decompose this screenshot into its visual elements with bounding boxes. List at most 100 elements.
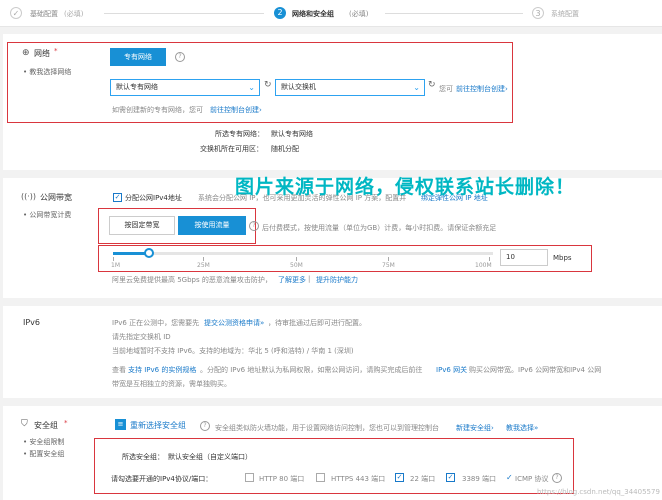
- security-desc: 安全组类似防火墙功能，用于设置网络访问控制，您也可以到管理控制台: [215, 424, 439, 432]
- slider-tick: [296, 257, 297, 261]
- step-divider: [104, 13, 264, 14]
- ipv6-line4: 查看: [112, 366, 126, 374]
- url-watermark: https://blog.csdn.net/qq_34405579: [537, 488, 660, 496]
- vpc-hint-link[interactable]: 前往控制台创建›: [210, 105, 262, 115]
- console-link[interactable]: 前往控制台创建›: [456, 84, 508, 94]
- chevron-down-icon: ⌄: [413, 83, 420, 92]
- bandwidth-slider-track[interactable]: [113, 252, 493, 255]
- security-limit-help[interactable]: • 安全组限制: [23, 437, 64, 447]
- icmp-label: ICMP 协议: [515, 475, 549, 483]
- step-done-icon: ✓: [10, 7, 22, 19]
- step-2-label[interactable]: 网络和安全组: [292, 9, 334, 19]
- zone-label: 交换机所在可用区：: [200, 145, 263, 153]
- network-panel: ⊕ 网络 * • 教我选择网络 专有网络 ? 默认专有网络 ⌄ ↻ 默认交换机 ⌄ …: [3, 34, 662, 170]
- bandwidth-value-input[interactable]: 10: [500, 249, 548, 266]
- ddos-learn-more-link[interactable]: 了解更多: [278, 275, 306, 285]
- vpc-select[interactable]: 默认专有网络 ⌄: [110, 79, 260, 96]
- selected-vpc-label: 所选专有网络：: [215, 130, 264, 138]
- slider-tick: [113, 257, 114, 261]
- reselect-icon: ≡: [115, 419, 126, 430]
- security-panel: ⛉ 安全组 * • 安全组限制 • 配置安全组 ≡ 重新选择安全组 ? 安全组类…: [3, 406, 662, 500]
- network-title: 网络: [34, 49, 50, 58]
- security-highlight: [94, 438, 574, 494]
- new-security-group-link[interactable]: 新建安全组›: [456, 423, 494, 433]
- refresh-icon[interactable]: ↻: [428, 80, 436, 90]
- ddos-upgrade-link[interactable]: 提升防护能力: [316, 275, 358, 285]
- ipv6-panel: IPv6 IPv6 正在公测中，您需要先 提交公测资格申请» ，待审批通过后即可…: [3, 306, 662, 398]
- teach-me-link[interactable]: 教我选择»: [506, 423, 538, 433]
- ipv6-line2: 请先指定交换机 ID: [112, 333, 171, 341]
- traffic-billing-desc: 后付费模式，按使用流量（单位为GB）计费，每小时扣费。请保证余额充足: [262, 224, 497, 232]
- zone-value: 随机分配: [271, 145, 299, 153]
- port-22-checkbox[interactable]: ✓: [395, 473, 404, 482]
- bandwidth-slider-handle[interactable]: [144, 248, 154, 258]
- slider-tick-label: 75M: [382, 262, 395, 269]
- watermark-text: 图片来源于网络，侵权联系站长删除！: [235, 176, 576, 198]
- ipv6-line4-suffix: 购买公网带宽。IPv6 公网带宽和IPv4 公网: [469, 366, 602, 374]
- required-mark: *: [64, 419, 68, 427]
- security-config-help[interactable]: • 配置安全组: [23, 449, 64, 459]
- security-config-label: 配置安全组: [29, 450, 65, 458]
- icmp-check-icon[interactable]: ✓: [506, 473, 513, 482]
- port-http-checkbox[interactable]: [245, 473, 254, 482]
- fixed-bandwidth-button[interactable]: 按固定带宽: [109, 216, 175, 235]
- selected-group-value: 默认安全组（自定义端口）: [168, 453, 252, 461]
- ports-label: 请勾选要开通的IPv4协议/端口：: [111, 475, 213, 483]
- bandwidth-panel: ((·)) 公网带宽 • 公网带宽计费 ✓ 分配公网IPv4地址 系统会分配公网…: [3, 176, 662, 298]
- network-help[interactable]: • 教我选择网络: [23, 67, 71, 77]
- vswitch-select-value: 默认交换机: [281, 83, 316, 91]
- vpc-hint: 如需创建新的专有网络，您可: [112, 106, 203, 114]
- step-3-number: 3: [532, 7, 544, 19]
- selected-group-label: 所选安全组：: [122, 453, 164, 461]
- bandwidth-unit: Mbps: [553, 254, 572, 262]
- help-icon[interactable]: ?: [200, 421, 210, 431]
- security-title: 安全组: [34, 421, 58, 430]
- vpc-select-value: 默认专有网络: [116, 83, 158, 91]
- ipv6-line3: 当前地域暂时不支持 IPv6。支持的地域为：华北 5 (呼和浩特) / 华南 1…: [112, 347, 354, 355]
- ddos-desc: 阿里云免费提供最高 5Gbps 的恶意流量攻击防护，: [112, 276, 272, 284]
- step-3-label[interactable]: 系统配置: [551, 9, 579, 19]
- port-3389-label: 3389 端口: [462, 475, 497, 483]
- bandwidth-title: 公网带宽: [40, 193, 72, 202]
- console-prefix: 您可: [439, 85, 453, 93]
- help-icon[interactable]: ?: [552, 473, 562, 483]
- port-https-checkbox[interactable]: [316, 473, 325, 482]
- ipv6-gateway-link[interactable]: IPv6 网关: [436, 365, 467, 375]
- slider-tick: [203, 257, 204, 261]
- bandwidth-icon: ((·)): [21, 192, 37, 201]
- port-22-label: 22 端口: [410, 475, 436, 483]
- assign-ipv4-label: 分配公网IPv4地址: [125, 194, 182, 202]
- ipv6-apply-link[interactable]: 提交公测资格申请»: [204, 318, 264, 328]
- vswitch-select[interactable]: 默认交换机 ⌄: [275, 79, 425, 96]
- port-3389-checkbox[interactable]: ✓: [446, 473, 455, 482]
- assign-ipv4-checkbox[interactable]: ✓: [113, 193, 122, 202]
- help-icon[interactable]: ?: [175, 52, 185, 62]
- slider-tick: [489, 257, 490, 261]
- bandwidth-billing-help[interactable]: • 公网带宽计费: [23, 210, 71, 220]
- slider-tick-label: 50M: [290, 262, 303, 269]
- chevron-down-icon: ⌄: [248, 83, 255, 92]
- slider-tick-label: 1M: [111, 262, 120, 269]
- shield-icon: ⛉: [21, 419, 28, 429]
- step-1-label[interactable]: 基础配置: [30, 9, 58, 19]
- ipv6-line5: 带宽是互相独立的资源，需单独购买。: [112, 380, 231, 388]
- bandwidth-billing-label: 公网带宽计费: [29, 211, 72, 219]
- slider-tick-label: 100M: [475, 262, 492, 269]
- network-help-label: 教我选择网络: [29, 68, 72, 76]
- ipv6-line4-mid: 。分配的 IPv6 地址默认为私网权限，如需公网访问，请购买完成后前往: [200, 366, 423, 374]
- slider-tick: [388, 257, 389, 261]
- ddos-separator: |: [308, 275, 311, 283]
- help-icon[interactable]: ?: [249, 221, 259, 231]
- traffic-billing-button[interactable]: 按使用流量: [178, 216, 246, 235]
- security-limit-label: 安全组限制: [29, 438, 65, 446]
- ipv6-title: IPv6: [23, 318, 41, 327]
- ipv6-spec-link[interactable]: 支持 IPv6 的实例规格: [128, 365, 196, 375]
- tab-vpc[interactable]: 专有网络: [110, 48, 166, 66]
- selected-vpc-value: 默认专有网络: [271, 130, 313, 138]
- reselect-security-group-link[interactable]: 重新选择安全组: [130, 420, 186, 431]
- port-https-label: HTTPS 443 端口: [331, 475, 386, 483]
- step-divider: [385, 13, 523, 14]
- required-mark: *: [54, 47, 58, 55]
- refresh-icon[interactable]: ↻: [264, 80, 272, 90]
- ipv6-line1: IPv6 正在公测中，您需要先: [112, 319, 200, 327]
